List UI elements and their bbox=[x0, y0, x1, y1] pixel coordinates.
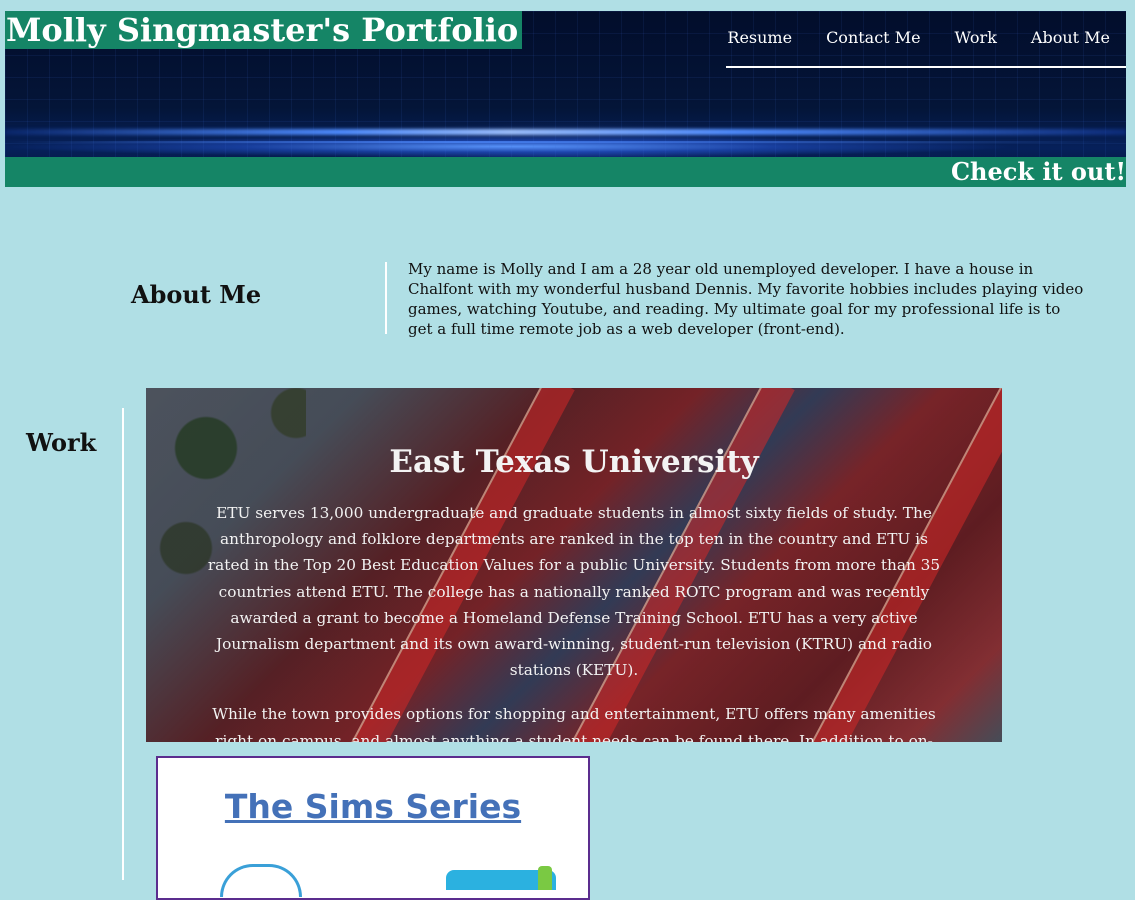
banner-text: Check it out! bbox=[950, 157, 1126, 186]
etu-title: East Texas University bbox=[389, 444, 759, 480]
hero-light-beam bbox=[5, 129, 1126, 135]
sims-plumbob-icon bbox=[538, 866, 552, 890]
work-heading: Work bbox=[26, 428, 97, 457]
about-heading: About Me bbox=[131, 280, 262, 309]
hero-light-beam-secondary bbox=[5, 141, 1126, 143]
sims-title-link[interactable]: The Sims Series bbox=[158, 788, 588, 826]
site-title: Molly Singmaster's Portfolio bbox=[5, 11, 523, 49]
main-nav: Resume Contact Me Work About Me bbox=[726, 24, 1126, 68]
nav-link-resume[interactable]: Resume bbox=[709, 24, 808, 66]
hero-banner: Check it out! bbox=[5, 157, 1126, 187]
about-divider bbox=[385, 262, 387, 334]
work-card-etu[interactable]: East Texas University ETU serves 13,000 … bbox=[146, 388, 1002, 742]
work-divider bbox=[122, 408, 124, 880]
nav-link-work[interactable]: Work bbox=[937, 24, 1013, 66]
about-text: My name is Molly and I am a 28 year old … bbox=[408, 260, 1084, 338]
nav-link-about-me[interactable]: About Me bbox=[1013, 24, 1126, 66]
work-card-sims[interactable]: The Sims Series bbox=[156, 756, 590, 900]
etu-paragraph: ETU serves 13,000 undergraduate and grad… bbox=[207, 504, 941, 680]
sims-logo-icon bbox=[220, 864, 302, 897]
nav-link-contact-me[interactable]: Contact Me bbox=[808, 24, 936, 66]
etu-paragraph: While the town provides options for shop… bbox=[212, 705, 936, 742]
